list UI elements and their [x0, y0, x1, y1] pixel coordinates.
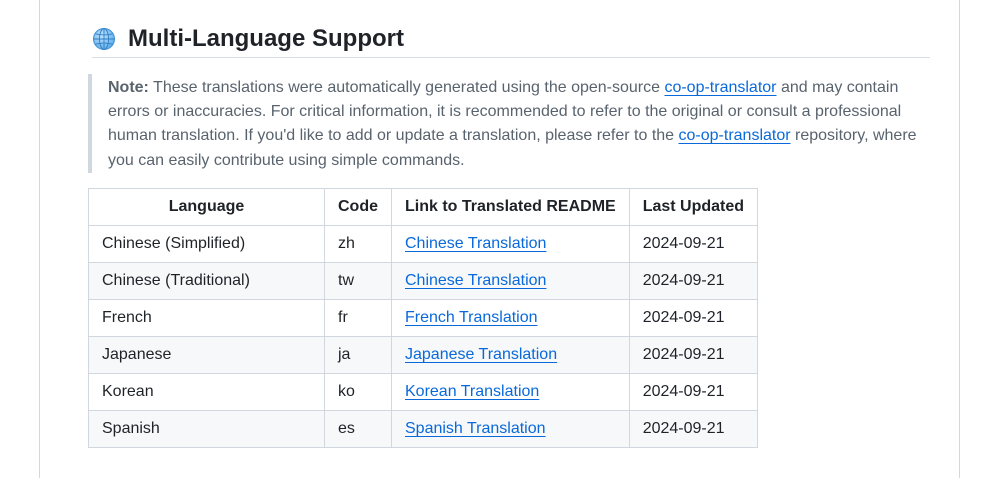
cell-updated: 2024-09-21: [628, 262, 759, 300]
cell-language: Japanese: [88, 336, 325, 374]
readme-container: Multi-Language Support Note: These trans…: [39, 0, 960, 478]
translation-link-fr[interactable]: French Translation: [405, 309, 538, 326]
cell-code: fr: [324, 299, 392, 337]
cell-code: ja: [324, 336, 392, 374]
cell-updated: 2024-09-21: [628, 410, 759, 448]
table-row: Chinese (Traditional) tw Chinese Transla…: [88, 262, 759, 300]
globe-icon: [93, 27, 115, 50]
cell-updated: 2024-09-21: [628, 373, 759, 411]
cell-code: tw: [324, 262, 392, 300]
cell-link: Spanish Translation: [391, 410, 630, 448]
translation-link-es[interactable]: Spanish Translation: [405, 420, 546, 437]
cell-updated: 2024-09-21: [628, 225, 759, 263]
cell-code: es: [324, 410, 392, 448]
section-heading: Multi-Language Support: [92, 20, 930, 58]
cell-language: Korean: [88, 373, 325, 411]
table-row: Spanish es Spanish Translation 2024-09-2…: [88, 410, 759, 448]
cell-code: ko: [324, 373, 392, 411]
cell-language: Chinese (Simplified): [88, 225, 325, 263]
cell-code: zh: [324, 225, 392, 263]
cell-link: French Translation: [391, 299, 630, 337]
note-text-1: These translations were automatically ge…: [148, 79, 665, 96]
cell-link: Chinese Translation: [391, 225, 630, 263]
cell-link: Chinese Translation: [391, 262, 630, 300]
table-row: Korean ko Korean Translation 2024-09-21: [88, 373, 759, 411]
co-op-translator-link-2[interactable]: co-op-translator: [679, 127, 791, 144]
table-row: Japanese ja Japanese Translation 2024-09…: [88, 336, 759, 374]
cell-updated: 2024-09-21: [628, 299, 759, 337]
note-label: Note:: [108, 79, 149, 96]
header-code: Code: [324, 188, 392, 226]
translation-link-ja[interactable]: Japanese Translation: [405, 346, 557, 363]
cell-language: Chinese (Traditional): [88, 262, 325, 300]
section-title: Multi-Language Support: [128, 24, 404, 52]
cell-link: Korean Translation: [391, 373, 630, 411]
table-header-row: Language Code Link to Translated README …: [88, 188, 759, 226]
cell-link: Japanese Translation: [391, 336, 630, 374]
cell-language: Spanish: [88, 410, 325, 448]
translation-link-tw[interactable]: Chinese Translation: [405, 272, 546, 289]
header-last-updated: Last Updated: [628, 188, 759, 226]
cell-language: French: [88, 299, 325, 337]
table-row: Chinese (Simplified) zh Chinese Translat…: [88, 225, 759, 263]
header-link: Link to Translated README: [391, 188, 630, 226]
translations-table: Language Code Link to Translated README …: [88, 188, 759, 448]
translation-link-zh[interactable]: Chinese Translation: [405, 235, 546, 252]
table-row: French fr French Translation 2024-09-21: [88, 299, 759, 337]
cell-updated: 2024-09-21: [628, 336, 759, 374]
co-op-translator-link-1[interactable]: co-op-translator: [664, 79, 776, 96]
translation-link-ko[interactable]: Korean Translation: [405, 383, 539, 400]
header-language: Language: [88, 188, 325, 226]
note-blockquote: Note: These translations were automatica…: [88, 74, 928, 173]
